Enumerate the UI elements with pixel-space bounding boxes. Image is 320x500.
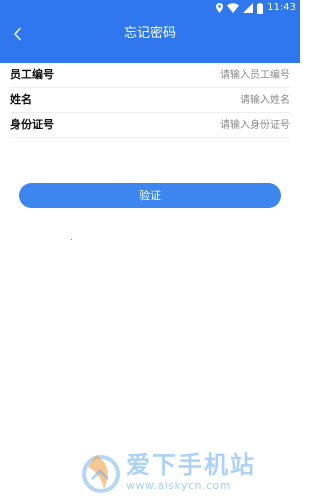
watermark-title: 爱下手机站 [126,451,256,479]
stray-dot [71,239,72,240]
watermark-logo-icon [82,455,120,493]
employee-id-label: 员工编号 [10,68,54,81]
nav-bar: 忘记密码 [0,16,300,52]
chevron-left-icon [14,27,21,41]
status-bar: 11:43 [0,0,300,16]
forgot-password-form: 员工编号 姓名 身份证号 [0,63,300,138]
watermark-url: www.aiskycn.com [126,479,232,492]
id-number-label: 身份证号 [10,118,54,131]
battery-icon [257,2,264,14]
status-time: 11:43 [267,2,296,13]
back-button[interactable] [4,19,32,49]
watermark-text: 爱下手机站 www.aiskycn.com [126,451,256,493]
verify-button[interactable]: 验证 [19,183,281,208]
id-number-input[interactable] [140,115,290,135]
id-number-row: 身份证号 [10,113,290,138]
employee-id-row: 员工编号 [10,63,290,88]
name-row: 姓名 [10,88,290,113]
wifi-icon [227,3,240,13]
page-title: 忘记密码 [123,26,176,41]
employee-id-input[interactable] [140,65,290,85]
name-label: 姓名 [10,93,32,106]
watermark: 爱下手机站 www.aiskycn.com [78,448,256,496]
signal-icon [243,3,254,13]
app-header: 11:43 忘记密码 [0,0,300,63]
status-icons: 11:43 [216,2,296,14]
name-input[interactable] [140,90,290,110]
location-icon [216,3,224,13]
